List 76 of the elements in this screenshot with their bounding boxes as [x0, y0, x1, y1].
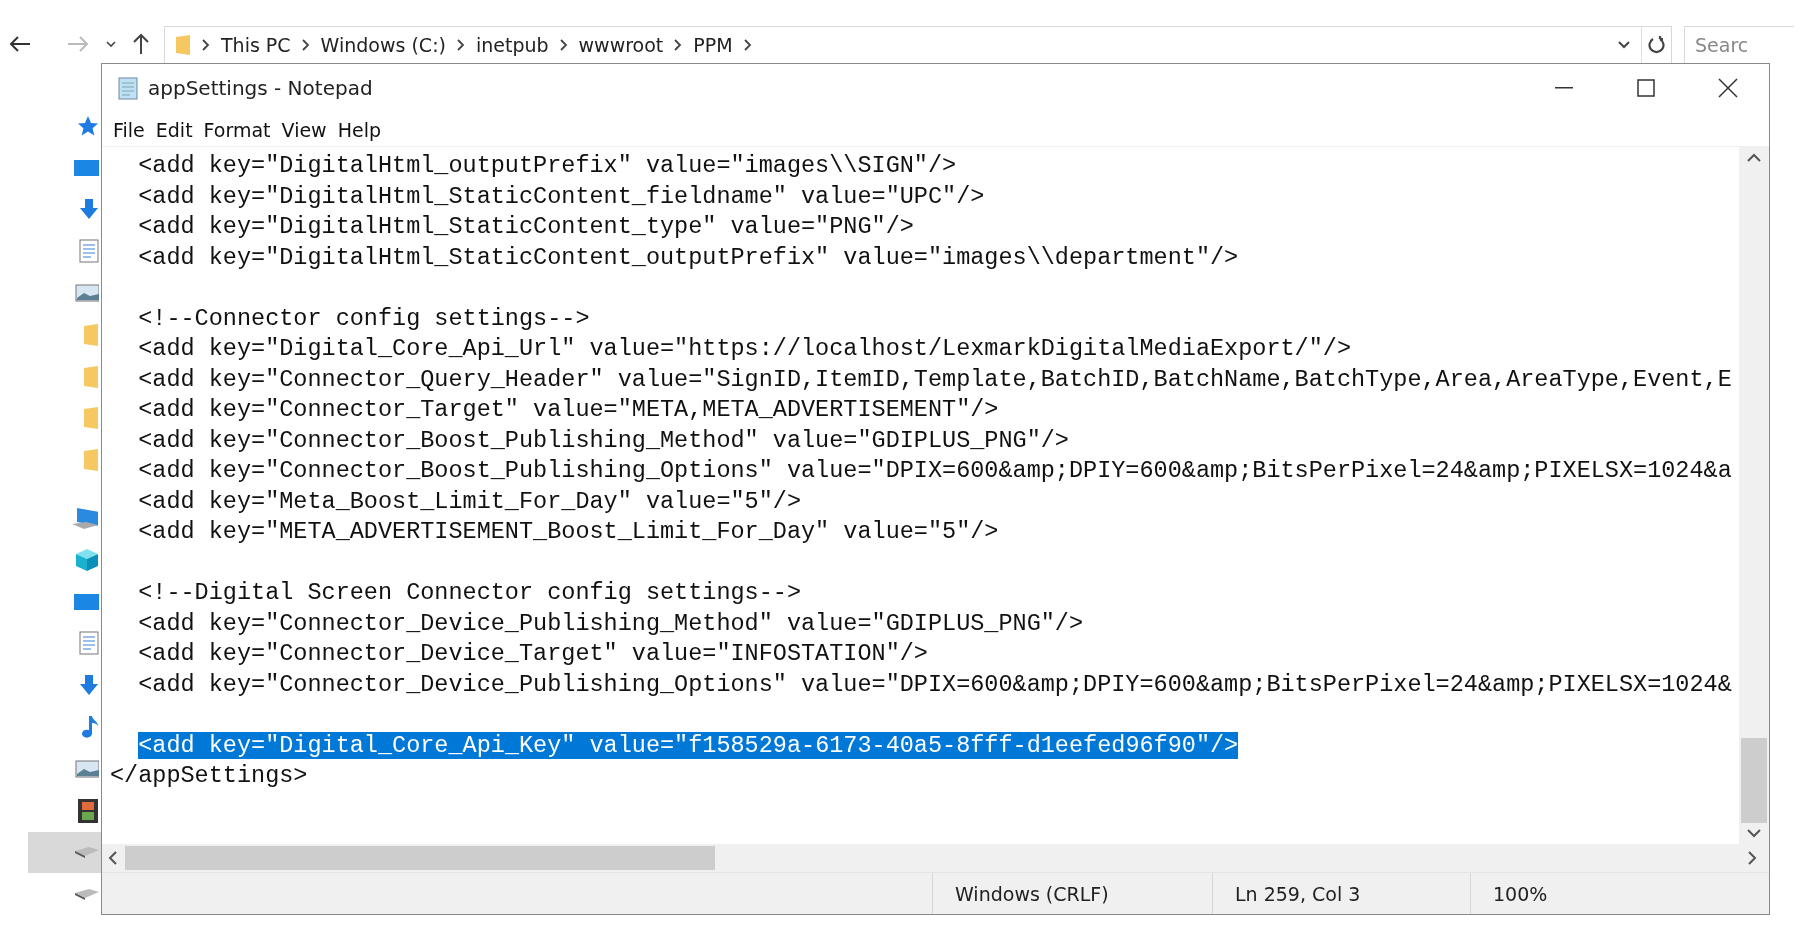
folder-icon	[175, 34, 191, 56]
text-line: <add key="Connector_Device_Publishing_Method" value="GDIPLUS_PNG"/>	[137, 609, 1084, 637]
menu-item[interactable]: Help	[332, 117, 387, 141]
menu-item[interactable]: File	[108, 117, 151, 141]
star-icon	[77, 114, 99, 137]
monitor-icon	[73, 591, 99, 612]
text-line: <add key="Connector_Query_Header" value="SignID,ItemID,Template,BatchID,BatchName,BatchType,Area,AreaType,Event,E	[137, 365, 1732, 393]
cursor-position-status: Ln 259, Col 3	[1235, 882, 1361, 905]
up-arrow-icon	[132, 33, 150, 55]
document-icon	[79, 239, 99, 264]
picture-icon	[75, 284, 99, 303]
horizontal-scrollbar[interactable]	[102, 844, 1769, 872]
scroll-thumb[interactable]	[125, 846, 715, 870]
monitor-icon	[73, 157, 99, 178]
text-line: <add key="Connector_Device_Target" value="INFOSTATION"/>	[137, 640, 928, 667]
scroll-left-icon[interactable]	[108, 851, 117, 865]
notepad-icon	[116, 76, 140, 100]
chevron-right-icon	[742, 39, 753, 51]
line-ending-status: Windows (CRLF)	[955, 882, 1109, 905]
close-icon	[1718, 78, 1738, 98]
chevron-right-icon	[300, 39, 311, 51]
text-line: <add key="Meta_Boost_Limit_For_Day" value="5"/>	[137, 487, 801, 515]
document-icon	[79, 631, 99, 656]
down-arrow-icon	[79, 674, 99, 697]
text-line: <add key="Digital_Core_Api_Url" value="https://localhost/LexmarkDigitalMediaExport/"/>	[137, 335, 1351, 362]
folder-icon	[83, 322, 99, 347]
back-arrow-icon	[9, 35, 31, 53]
text-line: <add key="Connector_Boost_Publishing_Method" value="GDIPLUS_PNG"/>	[137, 426, 1069, 454]
zoom-status: 100%	[1493, 882, 1548, 905]
breadcrumb-item[interactable]: wwwroot	[578, 34, 664, 56]
computer-icon	[71, 506, 99, 531]
text-line: <!--Digital Screen Connector config settings-->	[137, 579, 801, 606]
music-note-icon	[81, 715, 99, 740]
scroll-thumb[interactable]	[1741, 738, 1767, 823]
text-line: <add key="DigitalHtml_StaticContent_outputPrefix" value="images\\department"/>	[137, 243, 1239, 271]
text-line: </appSettings>	[110, 762, 308, 789]
breadcrumb-item[interactable]: Windows (C:)	[320, 34, 446, 56]
drive-icon	[75, 846, 99, 858]
forward-arrow-icon	[67, 35, 89, 53]
text-line: <!--Connector config settings-->	[137, 304, 590, 332]
text-line: <add key="Connector_Target" value="META,META_ADVERTISEMENT"/>	[137, 396, 999, 423]
drive-icon	[75, 888, 99, 900]
folder-icon	[83, 364, 99, 389]
chevron-right-icon	[455, 39, 466, 51]
down-arrow-icon	[79, 198, 99, 221]
maximize-icon	[1637, 79, 1655, 97]
scroll-up-icon[interactable]	[1747, 153, 1761, 162]
search-field[interactable]: Searc	[1684, 26, 1794, 63]
minimize-icon	[1555, 87, 1573, 89]
text-line: <add key="Connector_Device_Publishing_Options" value="DPIX=600&amp;DPIY=600&amp;BitsPerPixel=24&amp;PIXELSX=1024&	[137, 670, 1732, 698]
chevron-right-icon	[673, 39, 684, 51]
breadcrumb-item[interactable]: This PC	[221, 34, 291, 56]
text-line: <add key="DigitalHtml_StaticContent_fieldname" value="UPC"/>	[137, 182, 985, 210]
menu-item[interactable]: Edit	[150, 117, 199, 141]
breadcrumb-item[interactable]: PPM	[693, 34, 733, 56]
chevron-right-icon	[558, 39, 569, 51]
chevron-down-icon	[105, 40, 117, 48]
chevron-right-icon	[201, 39, 211, 51]
menu-item[interactable]: Format	[198, 117, 277, 141]
chevron-down-icon	[1617, 40, 1631, 50]
refresh-icon	[1647, 34, 1666, 55]
cube-icon	[75, 547, 99, 572]
picture-icon	[75, 759, 99, 778]
folder-icon	[83, 448, 99, 473]
breadcrumb-item[interactable]: inetpub	[475, 34, 549, 56]
scroll-right-icon[interactable]	[1748, 851, 1757, 865]
text-line: <add key="META_ADVERTISEMENT_Boost_Limit_For_Day" value="5"/>	[137, 518, 999, 545]
text-line: <add key="Connector_Boost_Publishing_Options" value="DPIX=600&amp;DPIY=600&amp;BitsPerPixel=24&amp;PIXELSX=1024&a	[137, 457, 1732, 484]
vertical-scrollbar[interactable]	[1739, 147, 1769, 844]
menu-item[interactable]: View	[276, 117, 333, 141]
text-line: <add key="DigitalHtml_outputPrefix" value="images\\SIGN"/>	[137, 152, 957, 179]
text-line: <add key="DigitalHtml_StaticContent_type" value="PNG"/>	[137, 213, 914, 240]
window-title: appSettings - Notepad	[148, 76, 374, 100]
folder-icon	[83, 406, 99, 431]
film-icon	[77, 797, 99, 824]
scroll-down-icon[interactable]	[1747, 829, 1761, 838]
